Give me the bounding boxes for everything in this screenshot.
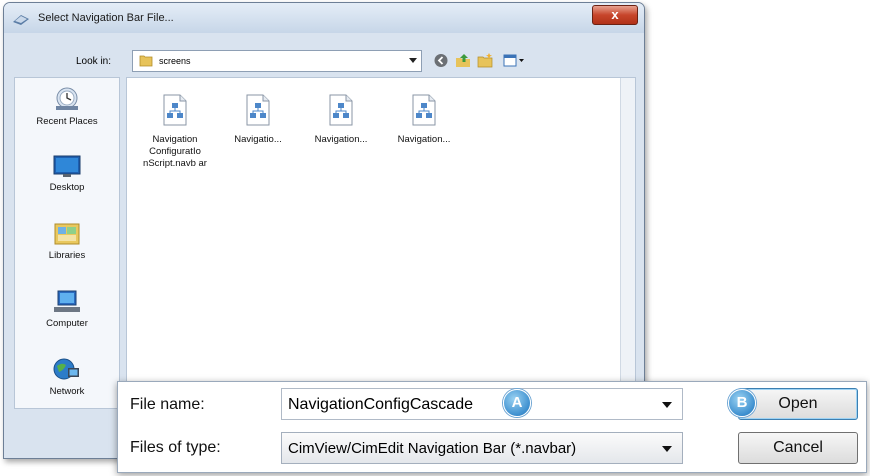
place-label: Recent Places	[36, 116, 98, 127]
file-name-value: NavigationConfigCascade	[288, 396, 473, 413]
desktop-icon	[53, 155, 81, 177]
place-network[interactable]: Network	[15, 356, 119, 397]
look-in-label: Look in:	[76, 56, 112, 67]
zoomed-file-controls: File name: NavigationConfigCascade A Fil…	[117, 381, 867, 473]
file-type-label: Files of type:	[130, 439, 221, 456]
place-label: Network	[49, 386, 85, 397]
place-label: Libraries	[48, 250, 86, 261]
dialog-title: Select Navigation Bar File...	[38, 12, 174, 24]
file-list[interactable]: Navigation ConfiguratIo nScript.navb ar …	[126, 77, 636, 389]
file-item[interactable]: Navigatio...	[218, 94, 298, 146]
title-bar: Select Navigation Bar File... x	[4, 3, 644, 33]
callout-badge-a: A	[503, 389, 531, 417]
open-button[interactable]: Open	[738, 388, 858, 420]
file-name-input[interactable]: NavigationConfigCascade	[281, 388, 683, 420]
look-in-dropdown[interactable]: screens	[132, 50, 422, 72]
chevron-down-icon[interactable]	[409, 58, 417, 63]
up-folder-icon[interactable]	[454, 52, 472, 69]
navbar-file-icon	[246, 94, 270, 126]
recent-places-icon	[56, 87, 78, 110]
cancel-button[interactable]: Cancel	[738, 432, 858, 464]
file-type-value: CimView/CimEdit Navigation Bar (*.navbar…	[288, 440, 577, 457]
navbar-file-icon	[412, 94, 436, 126]
file-name: Navigation...	[314, 134, 368, 145]
chevron-down-icon[interactable]	[662, 402, 672, 408]
file-name: Navigation ConfiguratIo nScript.navb ar	[143, 134, 207, 169]
navbar-file-icon	[329, 94, 353, 126]
back-icon[interactable]	[432, 52, 450, 69]
network-icon	[53, 358, 79, 380]
new-folder-icon[interactable]	[476, 52, 494, 69]
app-icon	[13, 15, 29, 25]
file-item[interactable]: Navigation ConfiguratIo nScript.navb ar	[135, 94, 215, 170]
place-computer[interactable]: Computer	[15, 288, 119, 329]
close-button[interactable]: x	[592, 5, 638, 25]
callout-badge-b: B	[728, 389, 756, 417]
file-name: Navigatio...	[234, 134, 282, 145]
file-item[interactable]: Navigation...	[384, 94, 464, 146]
computer-icon	[54, 290, 80, 312]
place-label: Computer	[46, 318, 88, 329]
place-recent-places[interactable]: Recent Places	[15, 84, 119, 127]
file-name: Navigation...	[397, 134, 451, 145]
navbar-file-icon	[163, 94, 187, 126]
place-desktop[interactable]: Desktop	[15, 154, 119, 193]
file-item[interactable]: Navigation...	[301, 94, 381, 146]
place-libraries[interactable]: Libraries	[15, 220, 119, 261]
libraries-icon	[54, 223, 80, 245]
file-type-dropdown[interactable]: CimView/CimEdit Navigation Bar (*.navbar…	[281, 432, 683, 464]
folder-icon	[139, 55, 153, 67]
look-in-value: screens	[159, 56, 191, 66]
file-name-label: File name:	[130, 396, 205, 413]
places-sidebar: Recent Places Desktop Libraries Computer…	[14, 77, 120, 409]
chevron-down-icon[interactable]	[662, 446, 672, 452]
view-menu-icon[interactable]	[502, 52, 526, 69]
place-label: Desktop	[49, 182, 85, 193]
vertical-scrollbar[interactable]	[620, 78, 635, 388]
